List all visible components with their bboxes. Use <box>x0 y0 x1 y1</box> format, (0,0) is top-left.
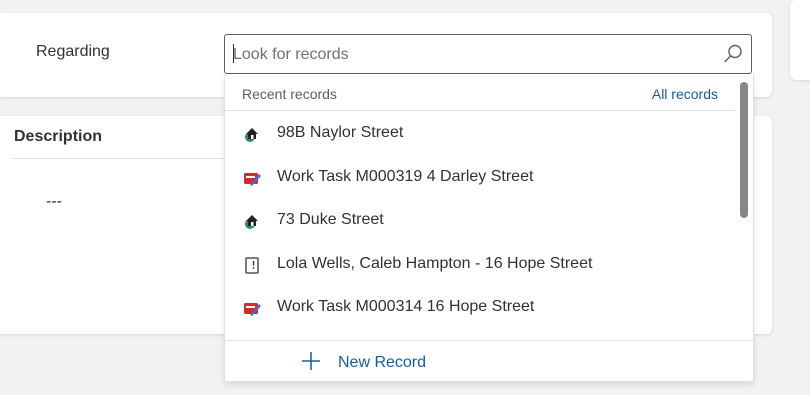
description-value: --- <box>46 193 62 210</box>
work-task-icon <box>242 298 262 318</box>
property-icon <box>242 124 262 144</box>
search-icon[interactable] <box>721 42 745 66</box>
result-label: Lola Wells, Caleb Hampton - 16 Hope Stre… <box>277 254 593 272</box>
new-record-label: New Record <box>338 354 427 371</box>
list-item[interactable]: Work Task M000314 16 Hope Street <box>225 286 735 330</box>
lookup-flyout: Recent records All records 98B Naylor St… <box>224 74 754 382</box>
list-item[interactable]: Lola Wells, Caleb Hampton - 16 Hope Stre… <box>225 243 735 287</box>
lookup-search-input[interactable] <box>233 43 703 67</box>
property-icon <box>242 211 262 231</box>
flyout-header: Recent records All records <box>225 74 735 111</box>
result-label: Work Task M000314 16 Hope Street <box>277 298 535 315</box>
list-item[interactable]: 98B Naylor Street <box>225 112 735 156</box>
result-label: 73 Duke Street <box>277 211 384 228</box>
recent-records-label: Recent records <box>242 86 337 102</box>
page: Regarding Description --- Recent records… <box>0 0 810 395</box>
scrollbar-thumb[interactable] <box>740 82 748 218</box>
side-card <box>790 0 810 80</box>
results-list: 98B Naylor Street Work Task M000319 4 Da… <box>225 112 735 330</box>
result-label: 98B Naylor Street <box>277 124 404 141</box>
text-cursor <box>233 44 234 63</box>
list-item[interactable]: 73 Duke Street <box>225 199 735 243</box>
list-item[interactable]: Work Task M000319 4 Darley Street <box>225 156 735 200</box>
regarding-label: Regarding <box>36 43 110 60</box>
description-divider <box>12 158 224 159</box>
flyout-footer: New Record <box>225 340 753 382</box>
scrollbar[interactable] <box>738 78 750 338</box>
description-title: Description <box>14 128 103 145</box>
plus-icon <box>301 351 321 371</box>
tenancy-icon <box>242 255 262 275</box>
all-records-link[interactable]: All records <box>652 86 718 102</box>
regarding-lookup[interactable] <box>224 34 752 74</box>
result-label: Work Task M000319 4 Darley Street <box>277 167 534 185</box>
work-task-icon <box>242 168 262 188</box>
